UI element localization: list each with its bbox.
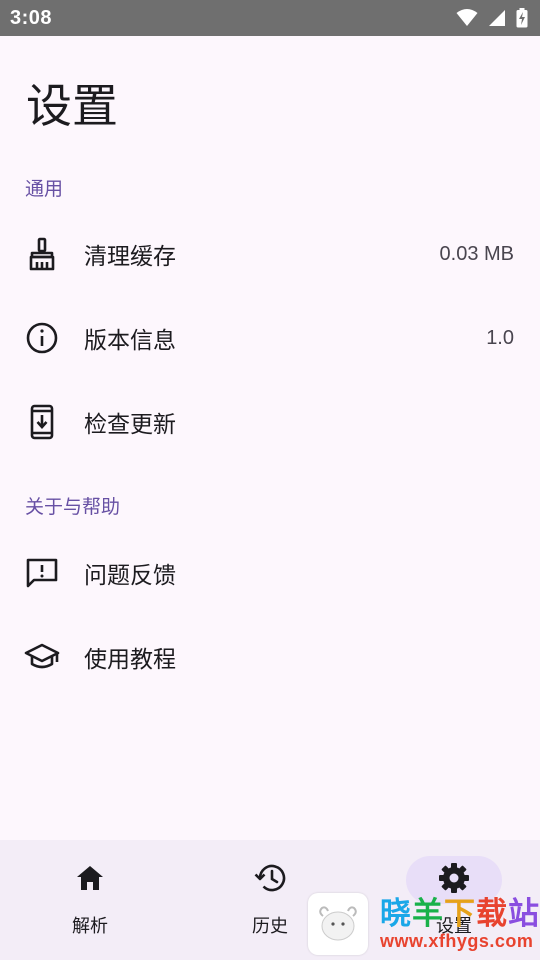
setting-tutorial[interactable]: 使用教程 [0,615,540,699]
status-time: 3:08 [10,6,53,29]
section-header-general: 通用 [25,178,64,200]
status-icons [456,8,528,28]
feedback-icon [24,555,60,591]
setting-feedback[interactable]: 问题反馈 [0,531,540,615]
nav-label: 历史 [252,916,288,937]
watermark: 晓羊下载站 www.xfhygs.com [308,888,540,960]
home-icon [75,864,105,896]
watermark-text: 晓羊下载站 www.xfhygs.com [380,897,540,951]
watermark-title: 晓羊下载站 [380,896,540,932]
section-header-about-help: 关于与帮助 [25,496,121,518]
setting-check-update[interactable]: 检查更新 [0,380,540,464]
setting-label: 版本信息 [84,328,176,354]
info-icon [24,320,60,356]
phone-download-icon [24,404,60,440]
version-value: 1.0 [486,326,514,349]
setting-label: 检查更新 [84,412,176,438]
setting-clear-cache[interactable]: 清理缓存 0.03 MB [0,212,540,296]
nav-item-parse[interactable]: 解析 [0,856,180,946]
page-title: 设置 [26,79,118,133]
setting-label: 清理缓存 [84,244,176,270]
setting-label: 使用教程 [84,647,176,673]
signal-icon [488,9,506,27]
nav-label: 解析 [72,916,108,937]
setting-version-info[interactable]: 版本信息 1.0 [0,296,540,380]
status-bar: 3:08 [0,0,540,36]
watermark-url: www.xfhygs.com [380,931,534,951]
nav-pill [222,856,318,904]
broom-icon [24,236,60,272]
sheep-logo-icon [308,893,368,955]
history-icon [253,862,287,898]
setting-label: 问题反馈 [84,563,176,589]
cache-size-value: 0.03 MB [439,242,514,265]
nav-pill [42,856,138,904]
wifi-icon [456,9,478,27]
battery-charging-icon [516,8,528,28]
school-icon [24,639,60,675]
